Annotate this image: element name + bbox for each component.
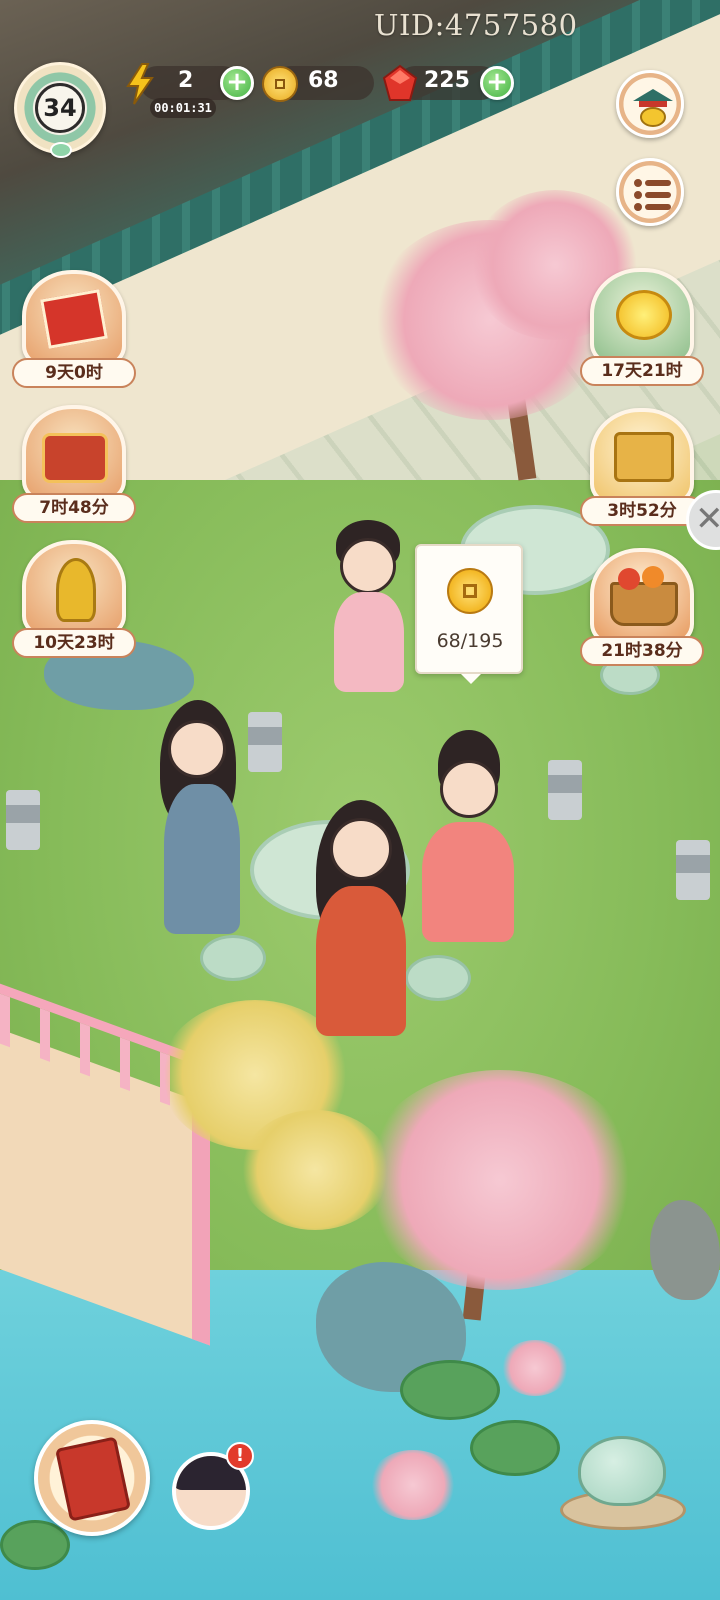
red-gem-icon xyxy=(382,64,418,101)
treasure-chest-icon xyxy=(22,405,126,501)
level-number: 34 xyxy=(35,83,85,133)
energy-value: 2 xyxy=(178,68,194,93)
coin-value: 68 xyxy=(308,68,339,93)
mooncake-icon xyxy=(590,408,694,504)
scholar-character-blue[interactable] xyxy=(150,700,250,940)
stone-lantern-2 xyxy=(248,712,282,772)
char-robe xyxy=(334,592,404,692)
lily-pad-3 xyxy=(0,1520,70,1570)
add-energy-button[interactable]: + xyxy=(220,66,254,100)
teapot-button[interactable] xyxy=(560,1418,686,1538)
yellow-flower-shrub-2 xyxy=(240,1110,390,1230)
char-head xyxy=(330,818,392,880)
lady-character-fan[interactable] xyxy=(416,730,520,945)
wheat-harvest-event-button[interactable]: 10天23时 xyxy=(12,540,136,660)
chrysanthemum-event-button[interactable]: 17天21时 xyxy=(580,268,704,388)
treasure-chest-event-button[interactable]: 7时48分 xyxy=(12,405,136,525)
garden-scene xyxy=(0,0,720,1600)
fruit-basket-icon xyxy=(590,548,694,644)
char-head xyxy=(168,720,226,778)
char-robe xyxy=(164,784,240,934)
char-head xyxy=(340,538,396,594)
stone-lantern-4 xyxy=(676,840,710,900)
book-icon xyxy=(54,1436,132,1522)
list-menu-icon xyxy=(634,179,671,211)
coin-icon xyxy=(447,568,493,614)
lightning-icon xyxy=(126,63,154,105)
level-gem-icon xyxy=(50,142,72,158)
close-icon: ✕ xyxy=(695,499,720,539)
pavilion-icon xyxy=(633,89,673,127)
event-timer: 21时38分 xyxy=(580,636,704,666)
char-robe xyxy=(422,822,514,942)
stone-lantern-3 xyxy=(6,790,40,850)
char-robe xyxy=(316,886,406,1036)
maid-character-pink[interactable] xyxy=(326,520,416,700)
event-timer: 9天0时 xyxy=(12,358,136,388)
envelope-icon xyxy=(22,270,126,366)
gem-value: 225 xyxy=(424,68,470,93)
coin-icon xyxy=(262,66,298,102)
coin-progress-text: 68/195 xyxy=(436,630,504,652)
wheat-icon xyxy=(22,540,126,636)
player-level-badge[interactable]: 34 xyxy=(14,62,106,160)
menu-button[interactable] xyxy=(616,158,684,226)
chrysanthemum-icon xyxy=(590,268,694,364)
char-head xyxy=(440,760,498,818)
mooncake-event-button[interactable]: 3时52分 xyxy=(580,408,704,528)
blossom-tree-lower xyxy=(360,1070,640,1290)
coin-collect-bubble[interactable]: 68/195 xyxy=(415,544,523,684)
lily-pad-2 xyxy=(470,1420,560,1476)
story-book-button[interactable] xyxy=(34,1420,150,1536)
pavilion-button[interactable] xyxy=(616,70,684,138)
fortune-envelope-event-button[interactable]: 9天0时 xyxy=(12,270,136,390)
lotus-flower xyxy=(368,1450,458,1520)
lily-pad xyxy=(400,1360,500,1420)
teapot-icon xyxy=(578,1436,666,1506)
event-timer: 10天23时 xyxy=(12,628,136,658)
jade-stool xyxy=(200,935,266,981)
add-gems-button[interactable]: + xyxy=(480,66,514,100)
stone-lantern xyxy=(548,760,582,820)
event-timer: 17天21时 xyxy=(580,356,704,386)
lotus-flower-2 xyxy=(500,1340,570,1396)
character-avatar-button[interactable]: ! xyxy=(166,1428,258,1538)
event-timer: 7时48分 xyxy=(12,493,136,523)
alert-badge: ! xyxy=(226,1442,254,1470)
energy-refill-timer: 00:01:31 xyxy=(150,98,216,118)
lady-character-red[interactable] xyxy=(306,800,416,1040)
uid-label: UID:4757580 xyxy=(374,8,578,42)
fruit-basket-event-button[interactable]: 21时38分 xyxy=(580,548,704,668)
